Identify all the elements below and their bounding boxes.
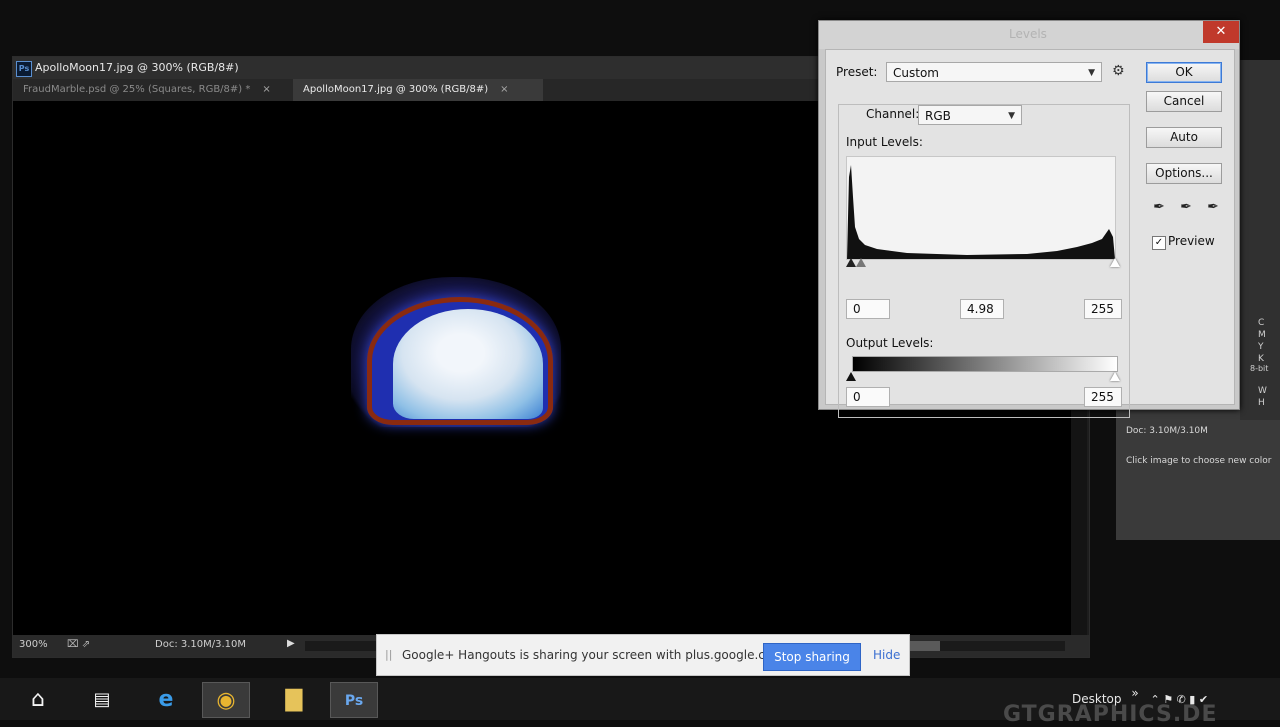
home-icon[interactable]: ⌂	[14, 682, 62, 718]
input-white-field[interactable]: 255	[1084, 299, 1122, 319]
tab-fraudmarble[interactable]: FraudMarble.psd @ 25% (Squares, RGB/8#) …	[13, 79, 293, 101]
photoshop-logo-icon: Ps	[16, 61, 32, 77]
cancel-button[interactable]: Cancel	[1146, 91, 1222, 112]
share-message: Google+ Hangouts is sharing your screen …	[402, 648, 788, 662]
drag-handle-icon[interactable]: ||	[385, 648, 392, 661]
moon-image	[393, 309, 543, 419]
preset-label: Preset:	[836, 65, 878, 79]
tab-label: FraudMarble.psd @ 25% (Squares, RGB/8#) …	[23, 84, 251, 95]
desktop-toolbar[interactable]: Desktop » ⌃ ⚑ ✆ ▮ ✔	[1072, 686, 1209, 706]
info-letter: M	[1258, 330, 1266, 340]
photoshop-taskbar-icon[interactable]: Ps	[330, 682, 378, 718]
output-black-field[interactable]: 0	[846, 387, 890, 407]
output-gradient	[852, 356, 1118, 372]
histogram-graph	[847, 165, 1115, 259]
ok-button[interactable]: OK	[1146, 62, 1222, 83]
chrome-icon[interactable]: ◉	[202, 682, 250, 718]
options-button[interactable]: Options...	[1146, 163, 1222, 184]
levels-dialog: Levels ✕ Preset: Custom ▼ ⚙ Channel: RGB ▼…	[818, 20, 1240, 418]
input-black-field[interactable]: 0	[846, 299, 890, 319]
preset-select[interactable]: Custom ▼	[886, 62, 1102, 82]
tab-label: ApolloMoon17.jpg @ 300% (RGB/8#)	[303, 84, 489, 95]
document-title: ApolloMoon17.jpg @ 300% (RGB/8#)	[35, 61, 239, 74]
dialog-title: Levels	[1009, 27, 1047, 41]
zoom-level[interactable]: 300%	[19, 639, 48, 650]
input-black-slider[interactable]	[846, 258, 856, 267]
doc-size: Doc: 3.10M/3.10M	[155, 639, 247, 650]
output-white-slider[interactable]	[1110, 372, 1120, 381]
panel-strip: C M Y K 8-bit W H	[1240, 60, 1280, 420]
hide-link[interactable]: Hide	[873, 648, 900, 662]
input-white-slider[interactable]	[1110, 258, 1120, 267]
input-gamma-field[interactable]: 4.98	[960, 299, 1004, 319]
white-eyedropper-icon[interactable]: ✒	[1204, 198, 1222, 216]
screen-share-bar: || Google+ Hangouts is sharing your scre…	[376, 634, 910, 676]
preset-gear-icon[interactable]: ⚙	[1112, 63, 1125, 79]
system-tray-icons[interactable]: ⌃ ⚑ ✆ ▮ ✔	[1151, 693, 1209, 706]
preset-value: Custom	[893, 66, 939, 80]
black-eyedropper-icon[interactable]: ✒	[1150, 198, 1168, 216]
info-letter: H	[1258, 398, 1265, 408]
output-levels-label: Output Levels:	[846, 336, 934, 350]
info-letter: W	[1258, 386, 1267, 396]
close-icon[interactable]: ×	[262, 84, 270, 95]
auto-button[interactable]: Auto	[1146, 127, 1222, 148]
tab-apollomoon[interactable]: ApolloMoon17.jpg @ 300% (RGB/8#) ×	[293, 79, 543, 101]
input-levels-label: Input Levels:	[846, 135, 923, 149]
taskbar: ⌂ ▤ e ◉ ▇ Ps GTGRAPHICS.DE Desktop » ⌃ ⚑…	[0, 678, 1280, 727]
dialog-titlebar[interactable]: Levels ✕	[819, 21, 1239, 49]
control-panel-icon[interactable]: ▤	[78, 682, 126, 718]
output-white-field[interactable]: 255	[1084, 387, 1122, 407]
desktop-label: Desktop	[1072, 692, 1122, 706]
info-doc-size: Doc: 3.10M/3.10M	[1126, 426, 1208, 436]
dialog-body: Preset: Custom ▼ ⚙ Channel: RGB ▼ Input Le…	[825, 49, 1235, 418]
status-icons[interactable]: ⌧ ⇗	[67, 639, 90, 650]
chevron-down-icon: ▼	[1088, 68, 1095, 78]
input-gamma-slider[interactable]	[856, 258, 866, 267]
file-explorer-icon[interactable]: ▇	[270, 682, 318, 718]
info-letter: K	[1258, 354, 1264, 364]
internet-explorer-icon[interactable]: e	[142, 682, 190, 718]
channel-select[interactable]: RGB ▼	[918, 105, 1022, 125]
channel-label: Channel:	[864, 107, 922, 121]
chevron-right-icon[interactable]: »	[1131, 686, 1138, 700]
info-hint: Click image to choose new color	[1126, 456, 1272, 466]
chevron-down-icon: ▼	[1008, 111, 1015, 121]
histogram	[846, 156, 1116, 260]
gray-eyedropper-icon[interactable]: ✒	[1177, 198, 1195, 216]
channel-value: RGB	[925, 109, 951, 123]
close-icon[interactable]: ×	[500, 84, 508, 95]
preview-checkbox[interactable]: ✓	[1152, 236, 1166, 250]
preview-label: Preview	[1168, 234, 1215, 248]
info-letter: C	[1258, 318, 1265, 328]
status-menu-arrow-icon[interactable]: ▶	[287, 638, 295, 649]
info-letter: Y	[1258, 342, 1264, 352]
stop-sharing-button[interactable]: Stop sharing	[763, 643, 861, 671]
info-letter: 8-bit	[1250, 364, 1269, 373]
output-black-slider[interactable]	[846, 372, 856, 381]
close-button[interactable]: ✕	[1203, 21, 1239, 43]
